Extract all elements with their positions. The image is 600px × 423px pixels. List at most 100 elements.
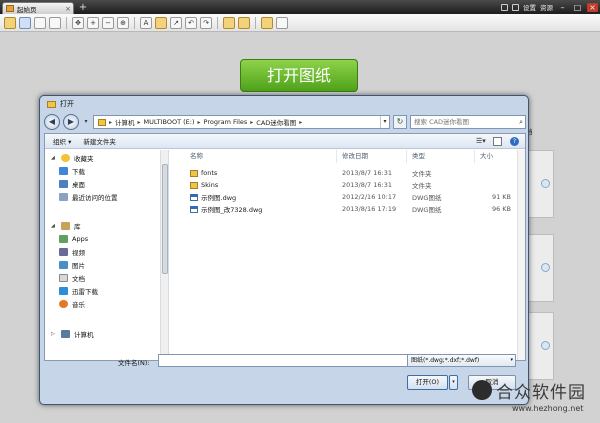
redo-icon[interactable]: ↷: [200, 16, 212, 29]
nav-libraries[interactable]: ◢ 库: [51, 220, 81, 232]
tab-title: 起始页: [17, 5, 37, 14]
undo-icon[interactable]: ↶: [185, 16, 197, 29]
nav-downloads[interactable]: 下载: [59, 165, 85, 177]
nav-pictures[interactable]: 图片: [59, 259, 85, 271]
refresh-icon[interactable]: ↻: [393, 115, 407, 129]
lock-icon[interactable]: [501, 3, 508, 11]
site-watermark: 合众软件园 www.hezhong.net: [472, 378, 596, 420]
file-date: 2013/8/7 16:31: [342, 181, 392, 189]
recent-locations-dropdown[interactable]: ▾: [82, 118, 90, 126]
breadcrumb-computer[interactable]: 计算机: [115, 117, 135, 127]
preview-pane-icon[interactable]: [493, 136, 502, 146]
breadcrumb-drive[interactable]: MULTIBOOT (E:): [144, 118, 195, 126]
column-date-modified[interactable]: 修改日期: [337, 150, 407, 163]
search-input[interactable]: [414, 118, 510, 126]
zoom-in-icon[interactable]: +: [87, 16, 99, 29]
address-dropdown-icon[interactable]: ▾: [380, 116, 389, 128]
address-bar[interactable]: ▸ 计算机 ▸ MULTIBOOT (E:) ▸ Program Files ▸…: [93, 115, 390, 129]
export-icon[interactable]: [276, 16, 288, 29]
layout-icon[interactable]: [238, 16, 250, 29]
file-row[interactable]: Skins 2013/8/7 16:31 文件夹: [185, 179, 521, 191]
measure-icon[interactable]: ↗: [170, 16, 182, 29]
computer-icon: [61, 330, 70, 338]
save-icon[interactable]: [19, 16, 31, 29]
file-type: DWG图纸: [412, 206, 442, 214]
filename-label: 文件名(N):: [118, 359, 150, 367]
nav-videos[interactable]: 视频: [59, 246, 85, 258]
file-list-scrollbar[interactable]: [517, 150, 525, 360]
layer-icon[interactable]: [223, 16, 235, 29]
open-folder-icon[interactable]: [4, 16, 16, 29]
column-type[interactable]: 类型: [407, 150, 475, 163]
library-icon: [61, 222, 70, 230]
file-size: 96 KB: [491, 205, 511, 213]
search-icon[interactable]: ⌕: [519, 118, 523, 127]
nav-apps[interactable]: Apps: [59, 233, 88, 245]
file-name-cell: Skins: [185, 181, 337, 189]
phone-icon[interactable]: [512, 3, 519, 11]
expand-icon[interactable]: ▷: [51, 331, 57, 337]
file-name: 示例图.dwg: [201, 194, 237, 202]
nav-music[interactable]: 音乐: [59, 298, 85, 310]
tab-start-page[interactable]: 起始页 ×: [2, 2, 74, 14]
nav-scrollbar-thumb[interactable]: [162, 164, 168, 274]
file-row[interactable]: fonts 2013/8/7 16:31 文件夹: [185, 167, 521, 179]
file-name-cell: fonts: [185, 169, 337, 177]
new-tab-button[interactable]: +: [78, 3, 88, 13]
dialog-body: 组织 ▾ 新建文件夹 ☰▾ ? ◢ 收藏夹 下载 桌面 最近访问的位置 ◢ 库 …: [44, 133, 526, 361]
watermark-title: 合众软件园: [496, 383, 586, 403]
pan-icon[interactable]: ✥: [72, 16, 84, 29]
breadcrumb-program-files[interactable]: Program Files: [204, 118, 248, 126]
text-icon[interactable]: A: [140, 16, 152, 29]
nav-label: 迅雷下载: [72, 288, 98, 296]
view-options-icon[interactable]: ☰▾: [476, 137, 486, 146]
nav-scrollbar[interactable]: [160, 150, 168, 360]
nav-thunder-downloads[interactable]: 迅雷下载: [59, 285, 98, 297]
nav-favorites[interactable]: ◢ 收藏夹: [51, 152, 94, 164]
print-preview-icon[interactable]: [49, 16, 61, 29]
main-toolbar: ✥ + − ⊕ A ↗ ↶ ↷: [0, 14, 600, 32]
minimize-icon[interactable]: –: [557, 3, 568, 12]
tab-close-icon[interactable]: ×: [65, 5, 71, 13]
file-row[interactable]: 示例图.dwg 2012/2/16 10:17 DWG图纸 91 KB: [185, 191, 521, 203]
forward-button[interactable]: ▶: [63, 114, 79, 130]
nav-documents[interactable]: 文档: [59, 272, 85, 284]
maximize-icon[interactable]: □: [572, 3, 583, 12]
collapse-icon[interactable]: ◢: [51, 223, 57, 229]
filename-input[interactable]: [158, 354, 440, 367]
open-options-dropdown[interactable]: ▾: [449, 375, 458, 390]
nav-desktop[interactable]: 桌面: [59, 178, 85, 190]
print-icon[interactable]: [34, 16, 46, 29]
help-icon[interactable]: ?: [510, 136, 519, 146]
nav-label: 视频: [72, 249, 85, 257]
folder-icon: [98, 118, 106, 126]
column-size[interactable]: 大小: [475, 150, 521, 163]
pen-icon[interactable]: [155, 16, 167, 29]
nav-computer[interactable]: ▷ 计算机: [51, 328, 94, 340]
dwg-file-icon: [190, 205, 198, 213]
file-list: 名称 修改日期 类型 大小 fonts 2013/8/7 16:31 文件夹 S…: [185, 150, 525, 360]
music-icon: [59, 300, 68, 308]
breadcrumb-cad-viewer[interactable]: CAD迷你看图: [256, 117, 296, 127]
back-button[interactable]: ◀: [44, 114, 60, 130]
settings-link[interactable]: 设置: [523, 2, 536, 12]
zoom-extents-icon[interactable]: ⊕: [117, 16, 129, 29]
open-drawing-button[interactable]: 打开图纸: [240, 59, 358, 92]
pictures-icon: [59, 261, 68, 269]
column-name[interactable]: 名称: [185, 150, 337, 163]
zoom-out-icon[interactable]: −: [102, 16, 114, 29]
collapse-icon[interactable]: ◢: [51, 155, 57, 161]
file-row[interactable]: 示例图_改7328.dwg 2013/8/16 17:19 DWG图纸 96 K…: [185, 203, 521, 215]
nav-label: 文档: [72, 275, 85, 283]
organize-button[interactable]: 组织 ▾: [53, 136, 71, 146]
search-box[interactable]: ⌕: [410, 115, 526, 129]
close-icon[interactable]: ×: [587, 2, 598, 12]
open-button[interactable]: 打开(O): [407, 375, 448, 390]
file-date: 2012/2/16 10:17: [342, 193, 397, 201]
toolbar-divider: [134, 16, 135, 29]
new-folder-button[interactable]: 新建文件夹: [83, 136, 116, 146]
file-type-filter[interactable]: 图纸(*.dwg;*.dxf;*.dwf) ▾: [407, 354, 516, 367]
nav-recent-places[interactable]: 最近访问的位置: [59, 191, 118, 203]
resources-link[interactable]: 资源: [540, 2, 553, 12]
share-icon[interactable]: [261, 16, 273, 29]
